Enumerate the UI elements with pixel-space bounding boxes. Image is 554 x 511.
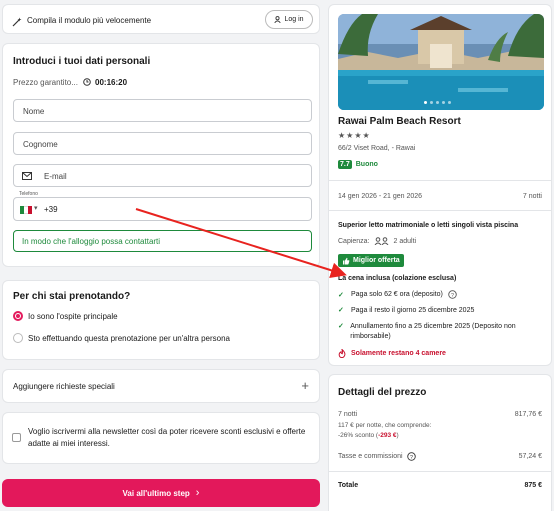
special-requests-row[interactable]: Aggiungere richieste speciali + [2, 369, 320, 403]
hotel-address: 66/2 Viset Road, - Rawai [338, 145, 416, 152]
personal-data-card: Introduci i tuoi dati personali Prezzo g… [2, 43, 320, 267]
user-icon [274, 16, 282, 23]
option-other-person[interactable]: Sto effettuando questa prenotazione per … [13, 333, 230, 343]
pay-rest-row: ✓ Paga il resto il giorno 25 dicembre 20… [338, 306, 475, 315]
divider [329, 210, 551, 211]
phone-field[interactable]: Telefono ▾ +39 [13, 191, 312, 221]
autofill-text: Compila il modulo più velocemente [27, 16, 152, 25]
newsletter-card: Voglio iscrivermi alla newsletter così d… [2, 412, 320, 464]
radio-selected[interactable] [13, 311, 23, 321]
next-step-button[interactable]: Vai all'ultimo step › [2, 479, 320, 507]
svg-text:?: ? [451, 293, 454, 299]
newsletter-checkbox[interactable] [12, 433, 21, 442]
check-icon: ✓ [338, 307, 344, 314]
hotel-summary-card: Rawai Palm Beach Resort ★★★★ 66/2 Viset … [328, 4, 552, 366]
divider [329, 180, 551, 181]
discount-note: -26% sconto (-293 €) [338, 432, 399, 439]
total-label: Totale [338, 482, 359, 489]
phone-prefix: +39 [44, 205, 58, 214]
carousel-dots[interactable] [424, 101, 451, 104]
meal-plan: La cena inclusa (colazione esclusa) [338, 275, 457, 282]
info-icon[interactable]: ? [406, 452, 416, 461]
flame-icon [338, 349, 346, 358]
guests-icon [374, 237, 388, 245]
hotel-photo[interactable] [338, 14, 544, 110]
timer: 00:16:20 [95, 78, 128, 87]
capacity-row: Capienza: 2 adulti [338, 237, 417, 245]
pay-now-row: ✓ Paga solo 62 € ora (deposito) ? [338, 290, 457, 299]
taxes-row: Tasse e commissioni ? [338, 452, 416, 461]
envelope-icon [22, 172, 32, 180]
scarcity-row: Solamente restano 4 camere [338, 349, 446, 358]
score-badge: 7.7 [338, 160, 352, 169]
svg-text:?: ? [410, 455, 413, 461]
hotel-stars: ★★★★ [338, 131, 371, 140]
help-icon[interactable]: ? [448, 290, 457, 299]
nights-value: 817,76 € [514, 411, 542, 418]
clock-icon [83, 78, 91, 86]
price-details-card: Dettagli del prezzo 7 notti 817,76 € 117… [328, 374, 552, 511]
phone-label: Telefono [18, 191, 39, 197]
name-field[interactable]: Nome [13, 99, 312, 122]
nights-label: 7 notti [338, 411, 358, 418]
plus-icon: + [301, 378, 309, 393]
surname-field[interactable]: Cognome [13, 132, 312, 155]
per-night-note: 117 € per notte, che comprende: [338, 422, 432, 429]
newsletter-text: Voglio iscrivermi alla newsletter così d… [28, 427, 306, 448]
personal-data-title: Introduci i tuoi dati personali [13, 56, 151, 67]
check-icon: ✓ [338, 291, 344, 299]
thumbs-up-icon [343, 257, 350, 264]
taxes-value: 57,24 € [518, 453, 542, 460]
best-offer-badge: Miglior offerta [338, 254, 404, 267]
phone-hint: In modo che l'alloggio possa contattarti [13, 230, 312, 252]
price-details-title: Dettagli del prezzo [338, 387, 427, 398]
radio-unselected[interactable] [13, 333, 23, 343]
chevron-right-icon: › [195, 487, 200, 499]
stay-nights: 7 notti [522, 193, 542, 200]
room-name: Superior letto matrimoniale o letti sing… [338, 222, 519, 229]
total-value: 875 € [524, 482, 542, 489]
check-icon: ✓ [338, 323, 344, 330]
stay-dates: 14 gen 2026 - 21 gen 2026 [338, 193, 423, 200]
italy-flag-icon[interactable] [20, 206, 32, 214]
booking-for-card: Per chi stai prenotando? Io sono l'ospit… [2, 280, 320, 360]
hotel-name: Rawai Palm Beach Resort [338, 116, 461, 127]
cancel-row: ✓ Annullamento fino a 25 dicembre 2025 (… [338, 323, 516, 340]
chevron-down-icon: ▾ [34, 205, 38, 212]
booking-for-title: Per chi stai prenotando? [13, 291, 131, 302]
login-label: Log in [284, 16, 304, 23]
review-score: 7.7 Buono [338, 160, 378, 169]
option-main-guest[interactable]: Io sono l'ospite principale [13, 311, 118, 321]
magic-wand-icon [12, 14, 22, 32]
autofill-bar: Compila il modulo più velocemente Log in [2, 4, 320, 34]
divider [329, 471, 551, 472]
login-button[interactable]: Log in [265, 10, 313, 29]
price-guarantee-label: Prezzo garantito... [13, 78, 78, 87]
email-field[interactable]: E-mail [13, 164, 312, 187]
